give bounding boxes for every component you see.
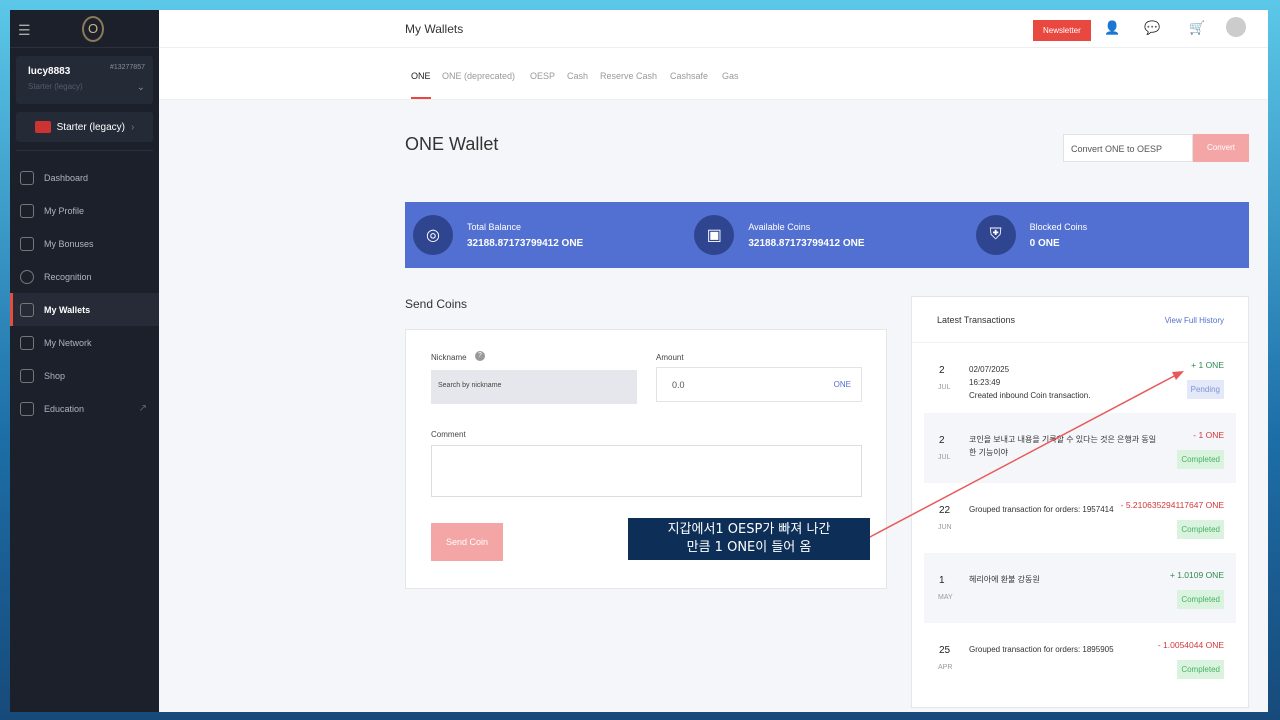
- annotation-line-1: 지갑에서1 OESP가 빠져 나간: [667, 522, 831, 537]
- annotation-note: 지갑에서1 OESP가 빠져 나간만큼 1 ONE이 들어 옴: [628, 518, 870, 560]
- annotation-line-2: 만큼 1 ONE이 들어 옴: [686, 540, 812, 555]
- annotation-arrow: [867, 371, 1184, 539]
